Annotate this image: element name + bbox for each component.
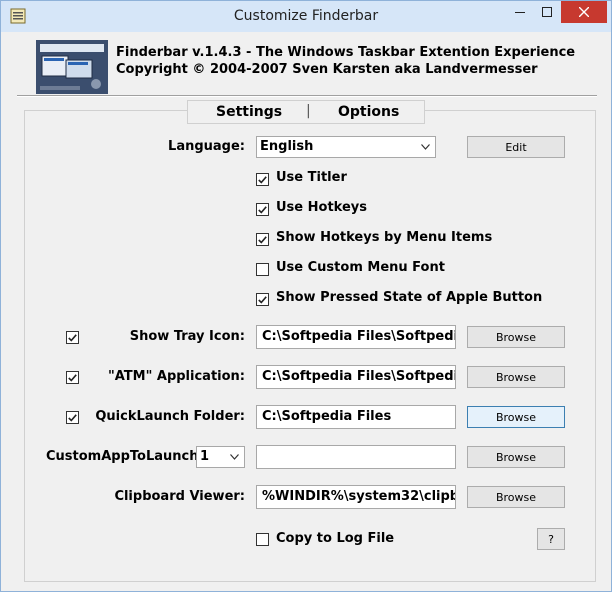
tab-strip: Settings | Options — [187, 100, 425, 124]
use-hotkeys-checkbox[interactable] — [256, 203, 269, 216]
language-label: Language: — [168, 139, 245, 154]
clipboard-browse-button[interactable]: Browse — [467, 486, 565, 508]
tab-options[interactable]: Options — [338, 104, 399, 120]
atm-app-browse-button[interactable]: Browse — [467, 366, 565, 388]
maximize-icon — [542, 7, 552, 17]
custom-menu-font-checkbox[interactable] — [256, 263, 269, 276]
maximize-button[interactable] — [533, 1, 561, 23]
tray-icon-label: Show Tray Icon: — [129, 329, 245, 344]
app-version-text: Finderbar v.1.4.3 - The Windows Taskbar … — [116, 45, 576, 60]
settings-panel: Language: English Edit Use Titler Use Ho… — [24, 110, 596, 582]
pressed-state-checkbox[interactable] — [256, 293, 269, 306]
close-icon — [579, 7, 589, 17]
header-separator — [17, 95, 597, 97]
atm-app-checkbox[interactable] — [66, 371, 79, 384]
pressed-state-label: Show Pressed State of Apple Button — [276, 290, 543, 305]
chevron-down-icon — [227, 447, 241, 467]
finderbar-logo — [36, 40, 108, 94]
quicklaunch-checkbox[interactable] — [66, 411, 79, 424]
checkmark-icon — [258, 205, 267, 214]
checkmark-icon — [68, 413, 77, 422]
copyright-text: Copyright © 2004-2007 Sven Karsten aka L… — [116, 62, 538, 77]
show-hotkeys-checkbox[interactable] — [256, 233, 269, 246]
language-select[interactable]: English — [256, 136, 436, 158]
custom-menu-font-label: Use Custom Menu Font — [276, 260, 445, 275]
use-hotkeys-label: Use Hotkeys — [276, 200, 367, 215]
atm-app-path-input[interactable]: C:\Softpedia Files\Softpedia.exe — [256, 365, 456, 389]
quicklaunch-label: QuickLaunch Folder: — [95, 409, 245, 424]
checkmark-icon — [258, 235, 267, 244]
tray-icon-path-input[interactable]: C:\Softpedia Files\Softpedia.exe — [256, 325, 456, 349]
chevron-down-icon — [418, 137, 432, 157]
tab-settings[interactable]: Settings — [216, 104, 282, 120]
custom-app-label: CustomAppToLaunch — [46, 449, 199, 464]
dialog-body: Finderbar v.1.4.3 - The Windows Taskbar … — [9, 32, 602, 583]
help-button[interactable]: ? — [537, 528, 565, 550]
title-bar[interactable]: Customize Finderbar — [1, 1, 611, 32]
language-value: English — [260, 139, 314, 154]
checkmark-icon — [258, 295, 267, 304]
quicklaunch-path-value: C:\Softpedia Files — [262, 409, 392, 424]
quicklaunch-browse-button[interactable]: Browse — [467, 406, 565, 428]
checkmark-icon — [68, 333, 77, 342]
use-titler-checkbox[interactable] — [256, 173, 269, 186]
close-button[interactable] — [561, 1, 607, 23]
clipboard-label: Clipboard Viewer: — [114, 489, 245, 504]
use-titler-label: Use Titler — [276, 170, 347, 185]
atm-app-label: "ATM" Application: — [107, 369, 245, 384]
custom-app-browse-button[interactable]: Browse — [467, 446, 565, 468]
edit-language-button[interactable]: Edit — [467, 136, 565, 158]
copy-log-checkbox[interactable] — [256, 533, 269, 546]
checkmark-icon — [68, 373, 77, 382]
tray-icon-path-value: C:\Softpedia Files\Softpedia.exe — [262, 329, 456, 344]
quicklaunch-path-input[interactable]: C:\Softpedia Files — [256, 405, 456, 429]
tab-divider: | — [306, 103, 311, 119]
tray-icon-checkbox[interactable] — [66, 331, 79, 344]
atm-app-path-value: C:\Softpedia Files\Softpedia.exe — [262, 369, 456, 384]
customize-finderbar-window: Customize Finderbar Finderbar v.1.4.3 - … — [0, 0, 612, 592]
show-hotkeys-label: Show Hotkeys by Menu Items — [276, 230, 493, 245]
tray-icon-browse-button[interactable]: Browse — [467, 326, 565, 348]
copy-log-label: Copy to Log File — [276, 531, 395, 546]
minimize-button[interactable] — [506, 1, 533, 23]
clipboard-path-input[interactable]: %WINDIR%\system32\clipbrd.exe — [256, 485, 456, 509]
custom-app-path-input[interactable] — [256, 445, 456, 469]
custom-app-select[interactable]: 1 — [196, 446, 245, 468]
custom-app-selected: 1 — [200, 449, 210, 464]
clipboard-path-value: %WINDIR%\system32\clipbrd.exe — [262, 489, 455, 504]
checkmark-icon — [258, 175, 267, 184]
minimize-icon — [514, 12, 525, 13]
